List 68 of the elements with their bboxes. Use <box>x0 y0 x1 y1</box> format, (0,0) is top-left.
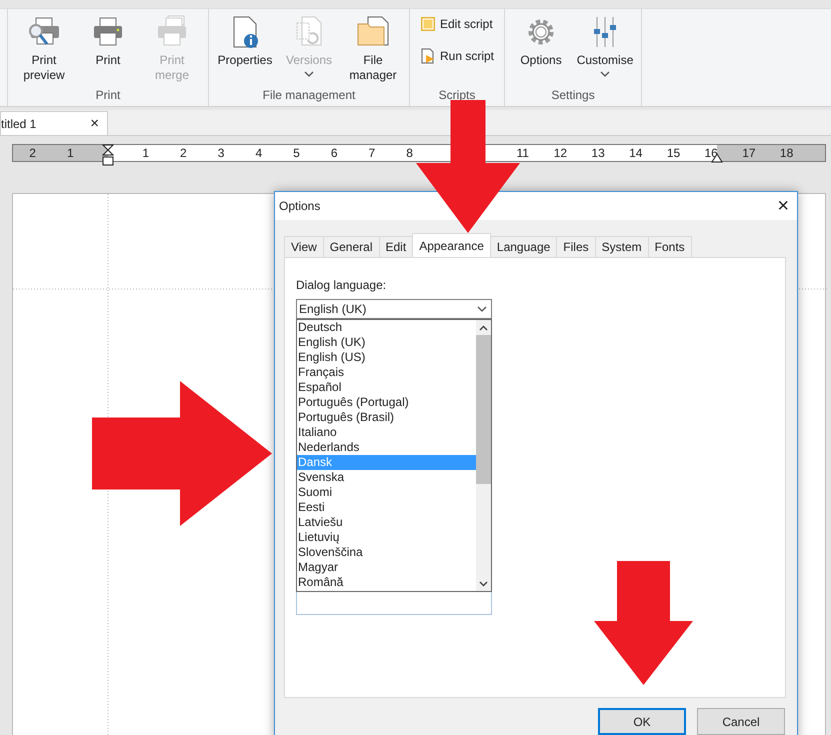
ruler-number: 6 <box>330 146 338 160</box>
ribbon-button[interactable]: Customise <box>575 13 636 86</box>
scroll-down-icon[interactable] <box>479 581 488 587</box>
field-label: Dialog language: <box>296 277 388 294</box>
document-tab[interactable]: titled 1 × <box>0 111 108 135</box>
language-option[interactable]: Eesti <box>297 500 476 515</box>
ribbon-button[interactable]: Print <box>78 13 138 86</box>
indent-marker-icon[interactable] <box>102 144 114 168</box>
language-option[interactable]: Français <box>297 365 476 380</box>
ruler-number: 12 <box>554 146 568 160</box>
language-option[interactable]: Português (Brasil) <box>297 410 476 425</box>
ruler-number: 15 <box>666 146 680 160</box>
chevron-icon <box>477 306 487 312</box>
scroll-thumb[interactable] <box>476 335 491 484</box>
group-label: Scripts <box>438 87 476 104</box>
ruler-number: 1 <box>142 146 150 160</box>
language-option[interactable]: English (UK) <box>297 335 476 350</box>
ribbon-small-button[interactable]: Run script <box>418 45 496 67</box>
dialog-tab[interactable]: Fonts <box>648 236 692 257</box>
ruler-number: 18 <box>780 146 794 160</box>
ruler-number: 5 <box>293 146 300 160</box>
ribbon-small-button[interactable]: Edit script <box>418 13 496 35</box>
language-option[interactable]: Magyar <box>297 560 476 575</box>
language-option[interactable]: Lietuvių <box>297 530 476 545</box>
language-option[interactable]: Italiano <box>297 425 476 440</box>
group-label: Print <box>94 87 122 104</box>
language-option[interactable]: Português (Portugal) <box>297 395 476 410</box>
dialog-tab[interactable]: Appearance <box>412 233 491 257</box>
language-option[interactable]: Română <box>297 575 476 590</box>
ribbon-button[interactable]: Print preview <box>14 13 74 86</box>
language-option[interactable]: Nederlands <box>297 440 476 455</box>
ruler-number: 17 <box>742 146 756 160</box>
language-option[interactable]: Deutsch <box>297 320 476 335</box>
dialog-tab[interactable]: View <box>284 236 324 257</box>
scroll-up-icon[interactable] <box>479 325 488 331</box>
ok-button[interactable]: OK <box>598 708 686 735</box>
ruler-number: 14 <box>629 146 642 160</box>
dialog-title: Options <box>279 198 320 215</box>
scrollbar[interactable] <box>476 320 491 591</box>
ruler-number: 4 <box>255 146 262 160</box>
close-button[interactable]: × <box>88 114 101 134</box>
language-option[interactable]: Suomi <box>297 485 476 500</box>
language-option[interactable]: Slovenščina <box>297 545 476 560</box>
cancel-button[interactable]: Cancel <box>697 708 785 735</box>
ruler-number: 1 <box>66 146 74 160</box>
language-option[interactable]: Español <box>297 380 476 395</box>
language-option[interactable]: English (US) <box>297 350 476 365</box>
tab-label: titled 1 <box>1 116 36 132</box>
ribbon-button[interactable]: File manager <box>343 13 403 86</box>
ruler-number: 7 <box>368 146 376 160</box>
ribbon-button[interactable]: Options <box>511 13 572 86</box>
language-dropdown[interactable]: English (UK) <box>296 299 492 319</box>
ruler-number: 11 <box>516 146 529 160</box>
close-button[interactable]: × <box>769 196 797 216</box>
document-play-icon <box>420 48 436 64</box>
language-option[interactable]: Svenska <box>297 470 476 485</box>
group-label: File management <box>262 87 356 104</box>
group-label: Settings <box>550 87 596 104</box>
ruler-number: 2 <box>29 146 36 160</box>
script-badge-icon <box>420 16 436 32</box>
ruler-number: 13 <box>591 146 605 160</box>
chevron-icon <box>304 71 314 77</box>
ruler-number: 8 <box>406 146 413 160</box>
ruler-number: 2 <box>180 146 187 160</box>
chevron-icon <box>600 71 610 77</box>
ribbon-button[interactable]: Properties <box>215 13 275 86</box>
language-option[interactable]: Latviešu <box>297 515 476 530</box>
ruler-number: 3 <box>218 146 224 160</box>
